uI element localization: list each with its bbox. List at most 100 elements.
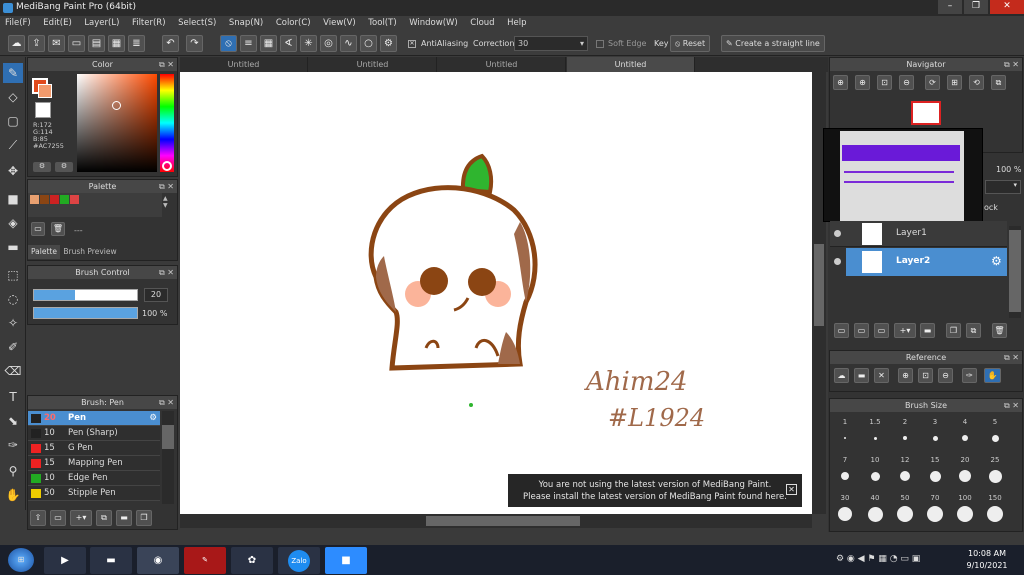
palette-scroll-icon[interactable]: ▲ ▼ [163,195,168,209]
add-layer-menu-icon[interactable]: +▾ [894,323,916,338]
layer-scrollbar[interactable] [1009,226,1021,318]
brush-size-preset[interactable] [929,470,941,482]
zoom-in-alt-icon[interactable]: ⊕ [855,75,870,90]
move-tool-icon[interactable]: ✥ [3,161,23,181]
hue-slider[interactable] [160,74,174,172]
reset-view-icon[interactable]: ⊞ [947,75,962,90]
save-icon[interactable]: ▤ [88,35,105,52]
fill-shape-icon[interactable]: ■ [3,189,23,209]
background-color-swatch[interactable] [38,84,52,98]
brush-size-slider[interactable] [33,289,138,301]
straight-line-button[interactable]: ✎ Create a straight line [721,35,825,52]
parallel-snap-icon[interactable]: ≡ [240,35,257,52]
flip-icon[interactable]: ⧉ [991,75,1006,90]
menu-color[interactable]: Color(C) [271,16,316,30]
rotate-left-icon[interactable]: ⟲ [969,75,984,90]
palette-swatch[interactable] [70,195,79,204]
menu-edit[interactable]: Edit(E) [38,16,76,30]
menu-tool[interactable]: Tool(T) [363,16,401,30]
panel-controls-icon[interactable]: ⧉ ✕ [1004,351,1019,364]
update-notice[interactable]: You are not using the latest version of … [508,474,802,507]
menu-filter[interactable]: Filter(R) [127,16,171,30]
brush-folder-icon[interactable]: ▬ [116,510,132,526]
reference-close-icon[interactable]: ✕ [874,368,889,383]
vertical-scroll-thumb[interactable] [814,244,824,326]
select-eraser-icon[interactable]: ⌫ [3,361,23,381]
lasso-icon[interactable]: ◌ [3,289,23,309]
select-rect-icon[interactable]: ⬚ [3,265,23,285]
color-cursor[interactable] [112,101,121,110]
palette-swatch[interactable] [40,195,49,204]
undo-icon[interactable]: ↶ [162,35,179,52]
brush-size-preset[interactable] [903,436,907,440]
reference-fit-icon[interactable]: ⊡ [918,368,933,383]
eyedropper-icon[interactable]: ✑ [3,435,23,455]
brush-size-preset[interactable] [962,435,968,441]
tab-untitled[interactable]: Untitled [180,57,308,72]
panel-controls-icon[interactable]: ⧉ ✕ [159,58,174,71]
brush-size-preset[interactable] [987,506,1003,522]
taskbar-zalo-icon[interactable]: Zalo [278,547,320,574]
redo-icon[interactable]: ↷ [186,35,203,52]
panel-controls-icon[interactable]: ⧉ ✕ [159,266,174,279]
color-picker-icon[interactable]: ⚙ [55,162,73,172]
brush-size-preset[interactable] [841,472,849,480]
tab-untitled[interactable]: Untitled [309,57,437,72]
brush-size-preset[interactable] [957,506,973,522]
brush-copy-icon[interactable]: ⧉ [96,510,112,526]
new-halftone-layer-icon[interactable]: ▭ [854,323,869,338]
fit-icon[interactable]: ⊡ [877,75,892,90]
brush-cloud-icon[interactable]: ⇧ [30,510,46,526]
rect-tool-icon[interactable]: ▢ [3,111,23,131]
select-pen-icon[interactable]: ✐ [3,337,23,357]
close-notice-icon[interactable]: ✕ [786,484,797,495]
delete-layer-icon[interactable]: 🗑 [992,323,1007,338]
rotate-icon[interactable]: ⟳ [925,75,940,90]
tray-icons[interactable]: ⚙ ◉ ◀ ⚑ ▦ ◔ ▭ ▣ [836,554,920,564]
brush-size-preset[interactable] [873,436,877,440]
brush-item-stipple-pen[interactable]: 50 Stipple Pen [28,486,160,501]
reference-zoom-out-icon[interactable]: ⊖ [938,368,953,383]
panel-controls-icon[interactable]: ⧉ ✕ [1004,399,1019,412]
brush-size-preset[interactable] [867,506,883,522]
dropper-icon[interactable]: ⚲ [3,461,23,481]
start-button[interactable]: ⊞ [8,548,34,572]
brush-list-scroll-thumb[interactable] [162,425,174,449]
new-layer-icon[interactable]: ▭ [834,323,849,338]
layer-scroll-thumb[interactable] [1009,230,1021,312]
magic-wand-icon[interactable]: ✧ [3,313,23,333]
menu-select[interactable]: Select(S) [173,16,221,30]
hand-tool-icon[interactable]: ✋ [3,485,23,505]
gear-icon[interactable]: ⚙ [991,254,1002,268]
layer-row-layer2[interactable]: Layer2 ⚙ [830,248,1007,276]
brush-item-pen-sharp[interactable]: 10 Pen (Sharp) [28,426,160,441]
tab-brush-preview[interactable]: Brush Preview [62,245,118,259]
reference-cloud-icon[interactable]: ☁ [834,368,849,383]
brush-list-scrollbar[interactable] [162,411,174,504]
brush-size-preset[interactable] [932,435,938,441]
navigator-thumbnail[interactable] [911,101,941,125]
brush-item-g-pen[interactable]: 15 G Pen [28,441,160,456]
palette-swatch[interactable] [50,195,59,204]
duplicate-layer-icon[interactable]: ❐ [946,323,961,338]
merge-layer-icon[interactable]: ⧉ [966,323,981,338]
taskbar-explorer-icon[interactable]: ▬ [90,547,132,574]
brush-size-preset[interactable] [959,470,971,482]
hue-cursor[interactable] [162,161,172,171]
layer-row-layer1[interactable]: Layer1 [830,221,1007,247]
taskbar-media-icon[interactable]: ▶ [44,547,86,574]
snap-settings-icon[interactable]: ⚙ [380,35,397,52]
grid-snap-icon[interactable]: ▦ [260,35,277,52]
panel-controls-icon[interactable]: ⧉ ✕ [159,396,174,409]
zoom-in-icon[interactable]: ⊕ [833,75,848,90]
share-icon[interactable]: ⇪ [28,35,45,52]
palette-swatch[interactable] [60,195,69,204]
brush-size-preset[interactable] [988,469,1002,483]
brush-item-mapping-pen[interactable]: 15 Mapping Pen [28,456,160,471]
reference-eyedropper-icon[interactable]: ✑ [962,368,977,383]
reference-open-icon[interactable]: ▬ [854,368,869,383]
menu-snap[interactable]: Snap(N) [224,16,268,30]
tab-untitled[interactable]: Untitled [438,57,566,72]
floating-preview-window[interactable] [823,128,983,222]
taskbar-chrome-icon[interactable]: ◉ [137,547,179,574]
